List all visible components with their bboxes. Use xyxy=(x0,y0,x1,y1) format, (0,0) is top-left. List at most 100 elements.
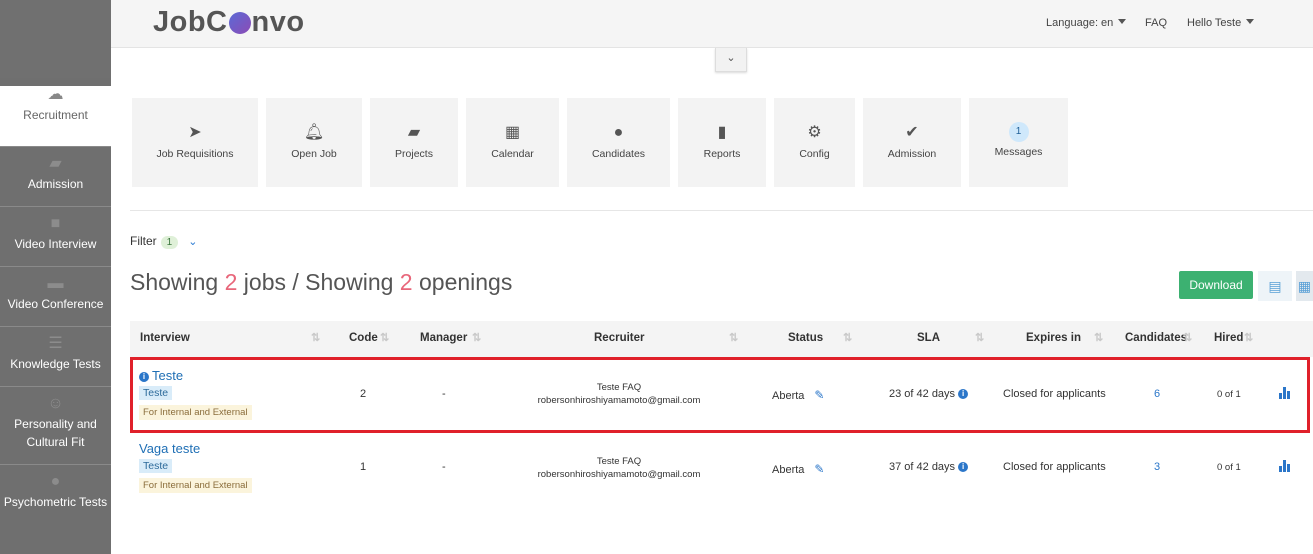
user-menu[interactable]: Hello Teste xyxy=(1187,17,1255,29)
video-camera-icon: ■ xyxy=(50,215,61,232)
sidebar-item-psychometric-tests[interactable]: ● Psychometric Tests xyxy=(0,464,111,524)
gear-icon: ⚙ xyxy=(807,124,822,141)
hired-value: 0 of 1 xyxy=(1217,462,1241,473)
list-view-icon: ▤ xyxy=(1268,278,1282,294)
tile-label: Reports xyxy=(703,148,741,160)
recruiter-name: Teste FAQ xyxy=(596,456,642,467)
tile-calendar[interactable]: ▦ Calendar xyxy=(466,98,559,187)
column-header-hired[interactable]: Hired xyxy=(1214,332,1243,344)
sort-icon[interactable]: ⇅ xyxy=(472,331,481,344)
table-header: Interview ⇅ Code ⇅ Manager ⇅ Recruiter ⇅… xyxy=(130,321,1313,357)
list-icon: ☰ xyxy=(48,335,63,352)
sort-icon[interactable]: ⇅ xyxy=(843,331,852,344)
row-highlight xyxy=(130,357,1310,433)
sidebar-item-label: Psychometric Tests xyxy=(3,495,108,509)
status-value: Aberta ✎ xyxy=(772,462,824,476)
sidebar-item-video-interview[interactable]: ■ Video Interview xyxy=(0,206,111,266)
language-label: Language: en xyxy=(1046,17,1114,29)
openings-count: 2 xyxy=(399,269,413,295)
sort-icon[interactable]: ⇅ xyxy=(975,331,984,344)
tile-job-requisitions[interactable]: ➤ Job Requisitions xyxy=(132,98,258,187)
user-icon: ● xyxy=(50,473,61,490)
column-header-candidates[interactable]: Candidates xyxy=(1125,332,1187,344)
language-dropdown[interactable]: Language: en xyxy=(1046,17,1127,29)
info-icon[interactable]: i xyxy=(958,462,969,472)
sidebar-item-label: Knowledge Tests xyxy=(10,357,101,371)
user-icon: ● xyxy=(613,124,624,141)
sidebar-item-knowledge-tests[interactable]: ☰ Knowledge Tests xyxy=(0,326,111,386)
chevron-down-icon: ⌄ xyxy=(726,52,736,64)
column-header-manager[interactable]: Manager xyxy=(420,332,467,344)
faq-link[interactable]: FAQ xyxy=(1145,17,1167,29)
code-value: 1 xyxy=(360,461,367,473)
folder-icon: ▰ xyxy=(49,155,62,172)
tile-projects[interactable]: ▰ Projects xyxy=(370,98,458,187)
logo-mark-icon xyxy=(228,12,251,34)
column-header-interview[interactable]: Interview xyxy=(140,332,190,344)
bar-chart-icon: ▮ xyxy=(717,124,727,141)
results-summary: Showing 2 jobs / Showing 2 openings xyxy=(130,269,512,296)
column-header-status[interactable]: Status xyxy=(788,332,823,344)
audience-badge: For Internal and External xyxy=(139,478,252,493)
tile-admission[interactable]: ✔ Admission xyxy=(863,98,961,187)
sidebar-item-personality[interactable]: ☺ Personality and Cultural Fit xyxy=(0,386,111,464)
sidebar: ☁ Recruitment ▰ Admission ■ Video Interv… xyxy=(0,0,111,554)
column-header-expires[interactable]: Expires in xyxy=(1026,332,1081,344)
tile-label: Messages xyxy=(994,146,1043,158)
sidebar-item-admission[interactable]: ▰ Admission xyxy=(0,146,111,206)
recruiter-cell: Teste FAQ robersonhiroshiyamamoto@gmail.… xyxy=(510,455,728,481)
sidebar-item-label: Video Conference xyxy=(7,297,104,311)
check-icon: ✔ xyxy=(905,124,919,141)
expires-value: Closed for applicants xyxy=(1003,461,1106,473)
tile-label: Open Job xyxy=(291,148,337,160)
sla-label: 37 of 42 days xyxy=(889,461,956,473)
list-view-button[interactable]: ▤ xyxy=(1258,271,1292,301)
chevron-down-icon xyxy=(1246,19,1255,24)
tile-messages[interactable]: 1 Messages xyxy=(969,98,1068,187)
candidates-count-link[interactable]: 3 xyxy=(1154,461,1160,473)
sidebar-item-recruitment[interactable]: ☁ Recruitment xyxy=(0,86,111,146)
column-header-recruiter[interactable]: Recruiter xyxy=(594,332,645,344)
chevron-down-icon xyxy=(1118,19,1127,24)
chevron-down-icon[interactable]: ⌄ xyxy=(188,236,197,248)
download-button[interactable]: Download xyxy=(1179,271,1253,299)
grid-view-button[interactable]: ▦ xyxy=(1296,271,1313,301)
tile-label: Admission xyxy=(887,148,937,160)
status-label: Aberta xyxy=(772,464,805,476)
sidebar-item-video-conference[interactable]: ▬ Video Conference xyxy=(0,266,111,326)
report-chart-icon[interactable] xyxy=(1279,460,1293,472)
tile-open-job[interactable]: 🔔︎ Open Job xyxy=(266,98,362,187)
sidebar-item-label: Recruitment xyxy=(23,108,88,122)
tile-reports[interactable]: ▮ Reports xyxy=(678,98,766,187)
column-header-sla[interactable]: SLA xyxy=(917,332,940,344)
paper-plane-icon: ➤ xyxy=(188,124,202,141)
folder-open-icon: ▰ xyxy=(407,124,421,141)
job-title-link[interactable]: Vaga teste xyxy=(139,441,200,456)
manager-value: - xyxy=(442,461,446,473)
column-header-code[interactable]: Code xyxy=(349,332,378,344)
sort-icon[interactable]: ⇅ xyxy=(1094,331,1103,344)
sort-icon[interactable]: ⇅ xyxy=(1244,331,1253,344)
sla-value: 37 of 42 days i xyxy=(889,461,971,473)
job-tag: Teste xyxy=(139,459,173,473)
sort-icon[interactable]: ⇅ xyxy=(729,331,738,344)
table-row: Vaga teste Teste For Internal and Extern… xyxy=(130,434,1313,506)
recruiter-email: robersonhiroshiyamamoto@gmail.com xyxy=(537,469,701,480)
sidebar-item-label: Personality and Cultural Fit xyxy=(14,417,97,449)
edit-status-icon[interactable]: ✎ xyxy=(814,462,824,476)
collapse-toggle-button[interactable]: ⌄ xyxy=(715,48,747,72)
filter-toggle[interactable]: Filter 1 ⌄ xyxy=(130,234,197,249)
tile-candidates[interactable]: ● Candidates xyxy=(567,98,670,187)
job-cell: Vaga teste Teste For Internal and Extern… xyxy=(139,441,252,493)
sort-icon[interactable]: ⇅ xyxy=(1183,331,1192,344)
filter-count-badge: 1 xyxy=(160,236,179,249)
sidebar-item-label: Video Interview xyxy=(14,237,97,251)
sidebar-item-label: Admission xyxy=(27,177,84,191)
tile-label: Projects xyxy=(395,148,433,160)
tile-config[interactable]: ⚙ Config xyxy=(774,98,855,187)
sort-icon[interactable]: ⇅ xyxy=(311,331,320,344)
summary-prefix: Showing xyxy=(130,269,225,295)
messages-count-badge: 1 xyxy=(1008,122,1029,142)
logo[interactable]: JobC nvo xyxy=(153,6,305,39)
sort-icon[interactable]: ⇅ xyxy=(380,331,389,344)
